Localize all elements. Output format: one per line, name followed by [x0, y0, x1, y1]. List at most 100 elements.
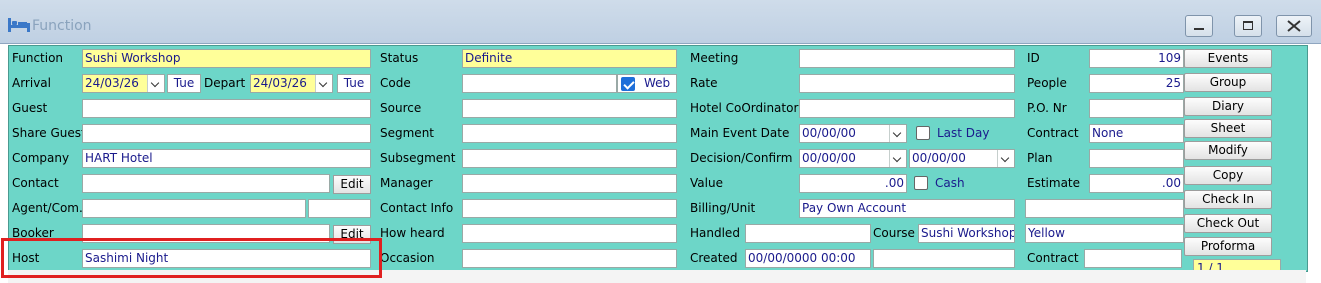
estimate-label: Estimate: [1027, 176, 1081, 190]
meeting-label: Meeting: [690, 51, 739, 65]
diary-button[interactable]: Diary: [1184, 97, 1272, 116]
rate-label: Rate: [690, 76, 718, 90]
code-field[interactable]: [462, 74, 617, 93]
created-field[interactable]: 00/00/0000 00:00: [745, 249, 871, 268]
confirm-date-select[interactable]: 00/00/00: [909, 149, 1015, 168]
close-icon: [1287, 20, 1301, 32]
arrival-label: Arrival: [12, 76, 51, 90]
contact-info-field[interactable]: [462, 199, 677, 218]
contact-edit-button[interactable]: Edit: [333, 175, 371, 194]
sheet-button[interactable]: Sheet: [1184, 119, 1272, 138]
occasion-field[interactable]: [462, 249, 677, 268]
decision-confirm-label: Decision/Confirm: [690, 151, 793, 165]
how-heard-field[interactable]: [462, 224, 677, 243]
last-day-checkbox[interactable]: [916, 126, 930, 140]
cash-checkbox[interactable]: [914, 176, 928, 190]
created-label: Created: [690, 251, 738, 265]
maximize-icon: [1243, 21, 1253, 30]
contact-field[interactable]: [82, 174, 330, 193]
chevron-down-icon: [997, 150, 1014, 167]
main-event-date-select[interactable]: 00/00/00: [799, 124, 907, 143]
depart-date-select[interactable]: 24/03/26: [250, 74, 333, 93]
confirm-date-value: 00/00/00: [912, 151, 966, 165]
status-label: Status: [380, 51, 419, 65]
minimize-icon: [1194, 28, 1204, 30]
estimate-field[interactable]: .00: [1089, 174, 1184, 193]
contract-label: Contract: [1027, 126, 1079, 140]
manager-label: Manager: [380, 176, 433, 190]
contract2-label: Contract: [1027, 251, 1079, 265]
cash-label: Cash: [935, 176, 965, 190]
guest-field[interactable]: [82, 99, 371, 118]
decision-date-value: 00/00/00: [802, 151, 856, 165]
copy-button[interactable]: Copy: [1184, 166, 1272, 185]
agent-com-field[interactable]: [308, 199, 371, 218]
chevron-down-icon: [889, 125, 906, 142]
decision-date-select[interactable]: 00/00/00: [799, 149, 907, 168]
course-field[interactable]: Sushi Workshop: [918, 224, 1015, 243]
po-number-field[interactable]: [1089, 99, 1184, 118]
source-field[interactable]: [462, 99, 677, 118]
occasion-label: Occasion: [380, 251, 435, 265]
highlight-box: [1, 238, 382, 278]
events-button[interactable]: Events: [1184, 49, 1272, 68]
meeting-field[interactable]: [799, 49, 1015, 68]
course-label: Course: [873, 226, 915, 240]
guest-label: Guest: [12, 101, 48, 115]
modify-button[interactable]: Modify: [1184, 141, 1272, 160]
check-out-button[interactable]: Check Out: [1184, 214, 1272, 233]
subsegment-label: Subsegment: [380, 151, 456, 165]
group-button[interactable]: Group: [1184, 73, 1272, 92]
manager-field[interactable]: [462, 174, 677, 193]
plan-label: Plan: [1027, 151, 1053, 165]
company-label: Company: [12, 151, 70, 165]
web-label: Web: [644, 76, 671, 90]
web-checkbox-area[interactable]: Web: [617, 74, 677, 93]
web-checkbox[interactable]: [621, 77, 635, 91]
window-title: Function: [32, 18, 92, 34]
segment-field[interactable]: [462, 124, 677, 143]
subsegment-field[interactable]: [462, 149, 677, 168]
created-by-field[interactable]: [873, 249, 1015, 268]
depart-label: Depart: [204, 76, 246, 90]
chevron-down-icon: [315, 75, 332, 92]
depart-day: Tue: [337, 74, 371, 93]
colour-field[interactable]: [1025, 199, 1184, 218]
main-event-date-label: Main Event Date: [690, 126, 790, 140]
title-bar: Function: [0, 0, 1321, 44]
plan-field[interactable]: [1089, 149, 1184, 168]
colour-name-field[interactable]: Yellow: [1025, 224, 1184, 243]
hotel-coordinator-label: Hotel CoOrdinator: [690, 101, 799, 115]
contact-info-label: Contact Info: [380, 201, 454, 215]
company-field[interactable]: HART Hotel: [82, 149, 371, 168]
close-button[interactable]: [1276, 15, 1312, 37]
billing-unit-field[interactable]: Pay Own Account: [799, 199, 1015, 218]
proforma-button[interactable]: Proforma: [1184, 237, 1272, 256]
share-guest-label: Share Guest: [12, 126, 86, 140]
function-field[interactable]: Sushi Workshop: [82, 49, 371, 68]
arrival-day: Tue: [167, 74, 201, 93]
value-field[interactable]: .00: [799, 174, 907, 193]
function-label: Function: [12, 51, 64, 65]
hotel-coordinator-field[interactable]: [799, 99, 1015, 118]
id-label: ID: [1027, 51, 1040, 65]
check-in-button[interactable]: Check In: [1184, 190, 1272, 209]
billing-unit-label: Billing/Unit: [690, 201, 756, 215]
people-field[interactable]: 25: [1089, 74, 1184, 93]
people-label: People: [1027, 76, 1067, 90]
contract2-field[interactable]: [1084, 249, 1182, 268]
main-event-date-value: 00/00/00: [802, 126, 856, 140]
minimize-button[interactable]: [1185, 15, 1213, 37]
handled-label: Handled: [690, 226, 740, 240]
arrival-date-select[interactable]: 24/03/26: [82, 74, 165, 93]
agent-field[interactable]: [82, 199, 306, 218]
segment-label: Segment: [380, 126, 434, 140]
contract-field[interactable]: None: [1089, 124, 1184, 143]
handled-field[interactable]: [745, 224, 871, 243]
maximize-button[interactable]: [1234, 15, 1262, 37]
status-field[interactable]: Definite: [462, 49, 677, 68]
id-field[interactable]: 109: [1089, 49, 1184, 68]
share-guest-field[interactable]: [82, 124, 371, 143]
rate-field[interactable]: [799, 74, 1015, 93]
chevron-down-icon: [147, 75, 164, 92]
